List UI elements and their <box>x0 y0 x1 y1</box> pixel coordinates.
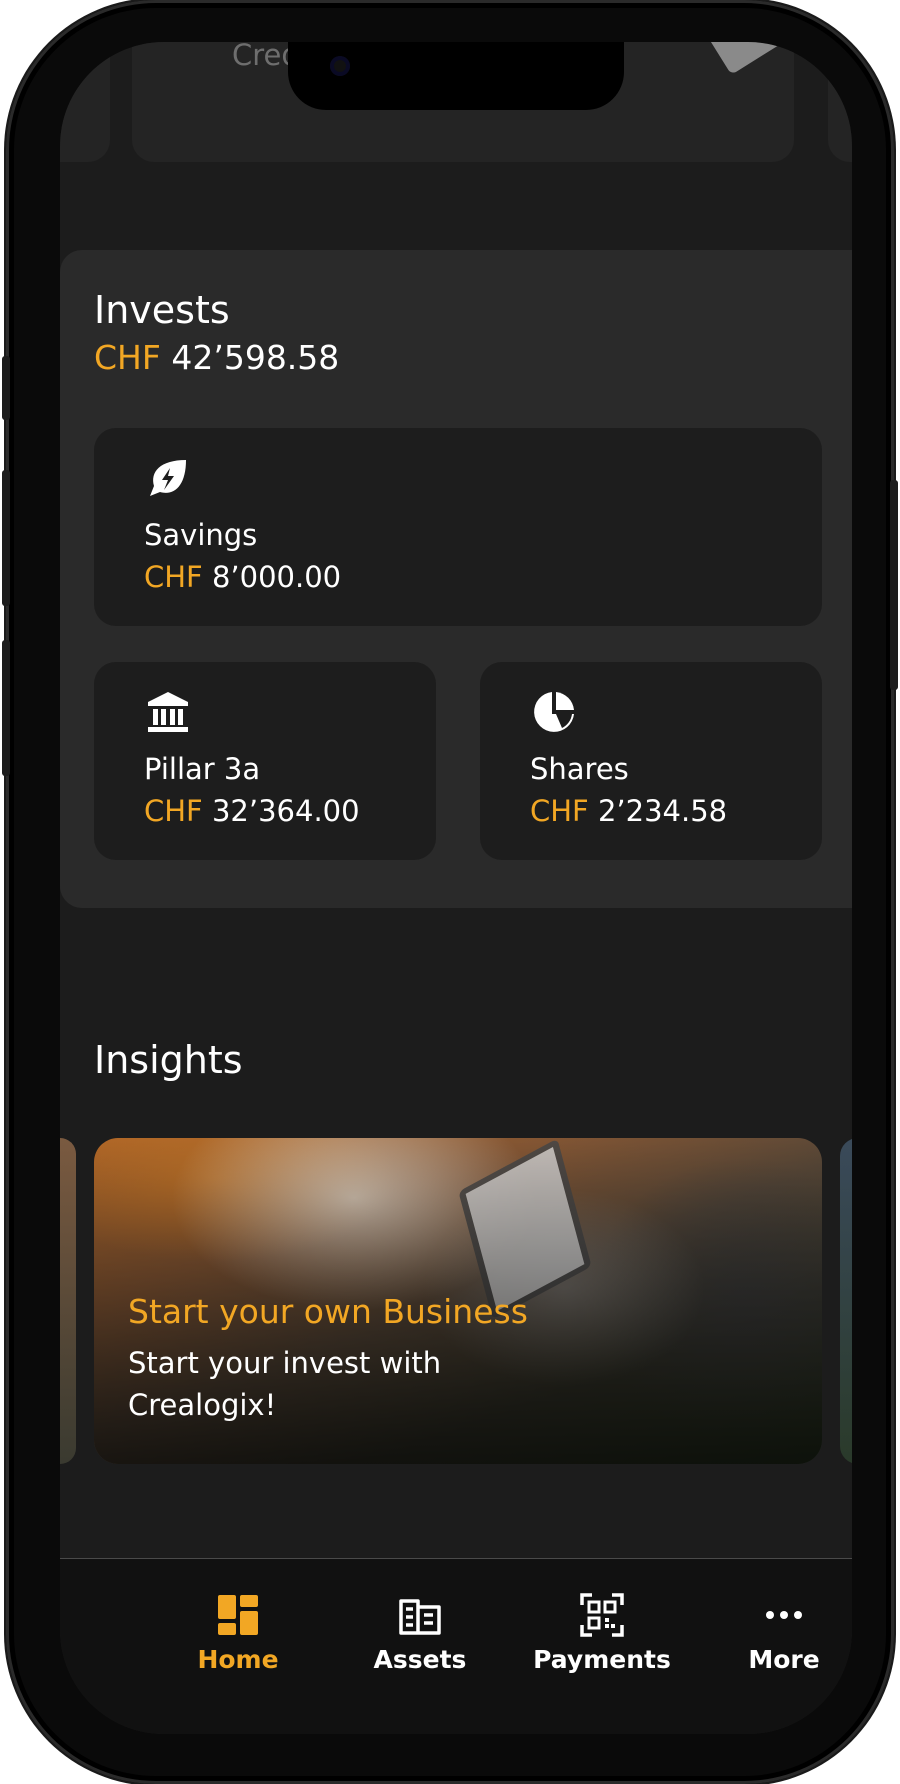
home-grid-icon <box>218 1595 258 1635</box>
previous-insight-peek[interactable] <box>60 1138 76 1464</box>
shares-label: Shares <box>530 752 629 786</box>
insight-card-subtitle: Start your invest with Crealogix! <box>128 1346 442 1422</box>
pillar-3a-value: CHF 32’364.00 <box>144 794 360 828</box>
invests-amount: 42’598.58 <box>171 338 340 377</box>
nav-label-payments: Payments <box>533 1645 671 1674</box>
silent-switch <box>2 356 10 420</box>
pillar-3a-label: Pillar 3a <box>144 752 261 786</box>
bank-icon <box>148 692 188 732</box>
insight-card-title: Start your own Business <box>128 1292 528 1331</box>
nav-label-assets: Assets <box>373 1645 467 1674</box>
nav-item-home[interactable]: Home <box>148 1559 328 1734</box>
savings-tile[interactable]: Savings CHF 8’000.00 <box>94 428 822 626</box>
shares-amount: 2’234.58 <box>597 794 728 828</box>
app-screen: Credit Ca Invests CHF 42’598.58 Savings … <box>60 42 852 1734</box>
invests-title: Invests <box>94 288 230 332</box>
savings-value: CHF 8’000.00 <box>144 560 341 594</box>
shares-currency: CHF <box>530 794 589 828</box>
nav-item-assets[interactable]: Assets <box>330 1559 510 1734</box>
phone-frame: Credit Ca Invests CHF 42’598.58 Savings … <box>2 0 898 1784</box>
front-camera <box>330 56 350 76</box>
invests-panel: Invests CHF 42’598.58 Savings CHF 8’000.… <box>60 250 852 908</box>
more-dots-icon <box>766 1611 802 1619</box>
power-button <box>890 480 898 690</box>
nav-label-home: Home <box>197 1645 279 1674</box>
pie-chart-icon <box>534 692 574 732</box>
nav-item-more[interactable]: More <box>694 1559 852 1734</box>
shares-value: CHF 2’234.58 <box>530 794 727 828</box>
previous-card-peek[interactable] <box>60 42 110 162</box>
assets-icon <box>399 1599 441 1635</box>
volume-down-button <box>2 640 10 776</box>
pillar-3a-currency: CHF <box>144 794 203 828</box>
qr-code-icon <box>580 1593 624 1637</box>
invests-currency: CHF <box>94 338 161 377</box>
insights-title: Insights <box>94 1038 243 1082</box>
bottom-nav: Home Assets Payments More <box>60 1558 852 1734</box>
nav-item-payments[interactable]: Payments <box>512 1559 692 1734</box>
savings-amount: 8’000.00 <box>211 560 342 594</box>
shares-tile[interactable]: Shares CHF 2’234.58 <box>480 662 822 860</box>
pillar-3a-tile[interactable]: Pillar 3a CHF 32’364.00 <box>94 662 436 860</box>
pillar-3a-amount: 32’364.00 <box>211 794 360 828</box>
next-insight-peek[interactable] <box>840 1138 852 1464</box>
credit-card-image <box>698 42 788 75</box>
volume-up-button <box>2 470 10 606</box>
invests-total: CHF 42’598.58 <box>94 338 339 377</box>
savings-leaf-icon <box>150 460 186 496</box>
nav-label-more: More <box>748 1645 820 1674</box>
notch <box>288 42 624 110</box>
savings-label: Savings <box>144 518 258 552</box>
savings-currency: CHF <box>144 560 203 594</box>
next-card-peek[interactable] <box>828 42 852 162</box>
